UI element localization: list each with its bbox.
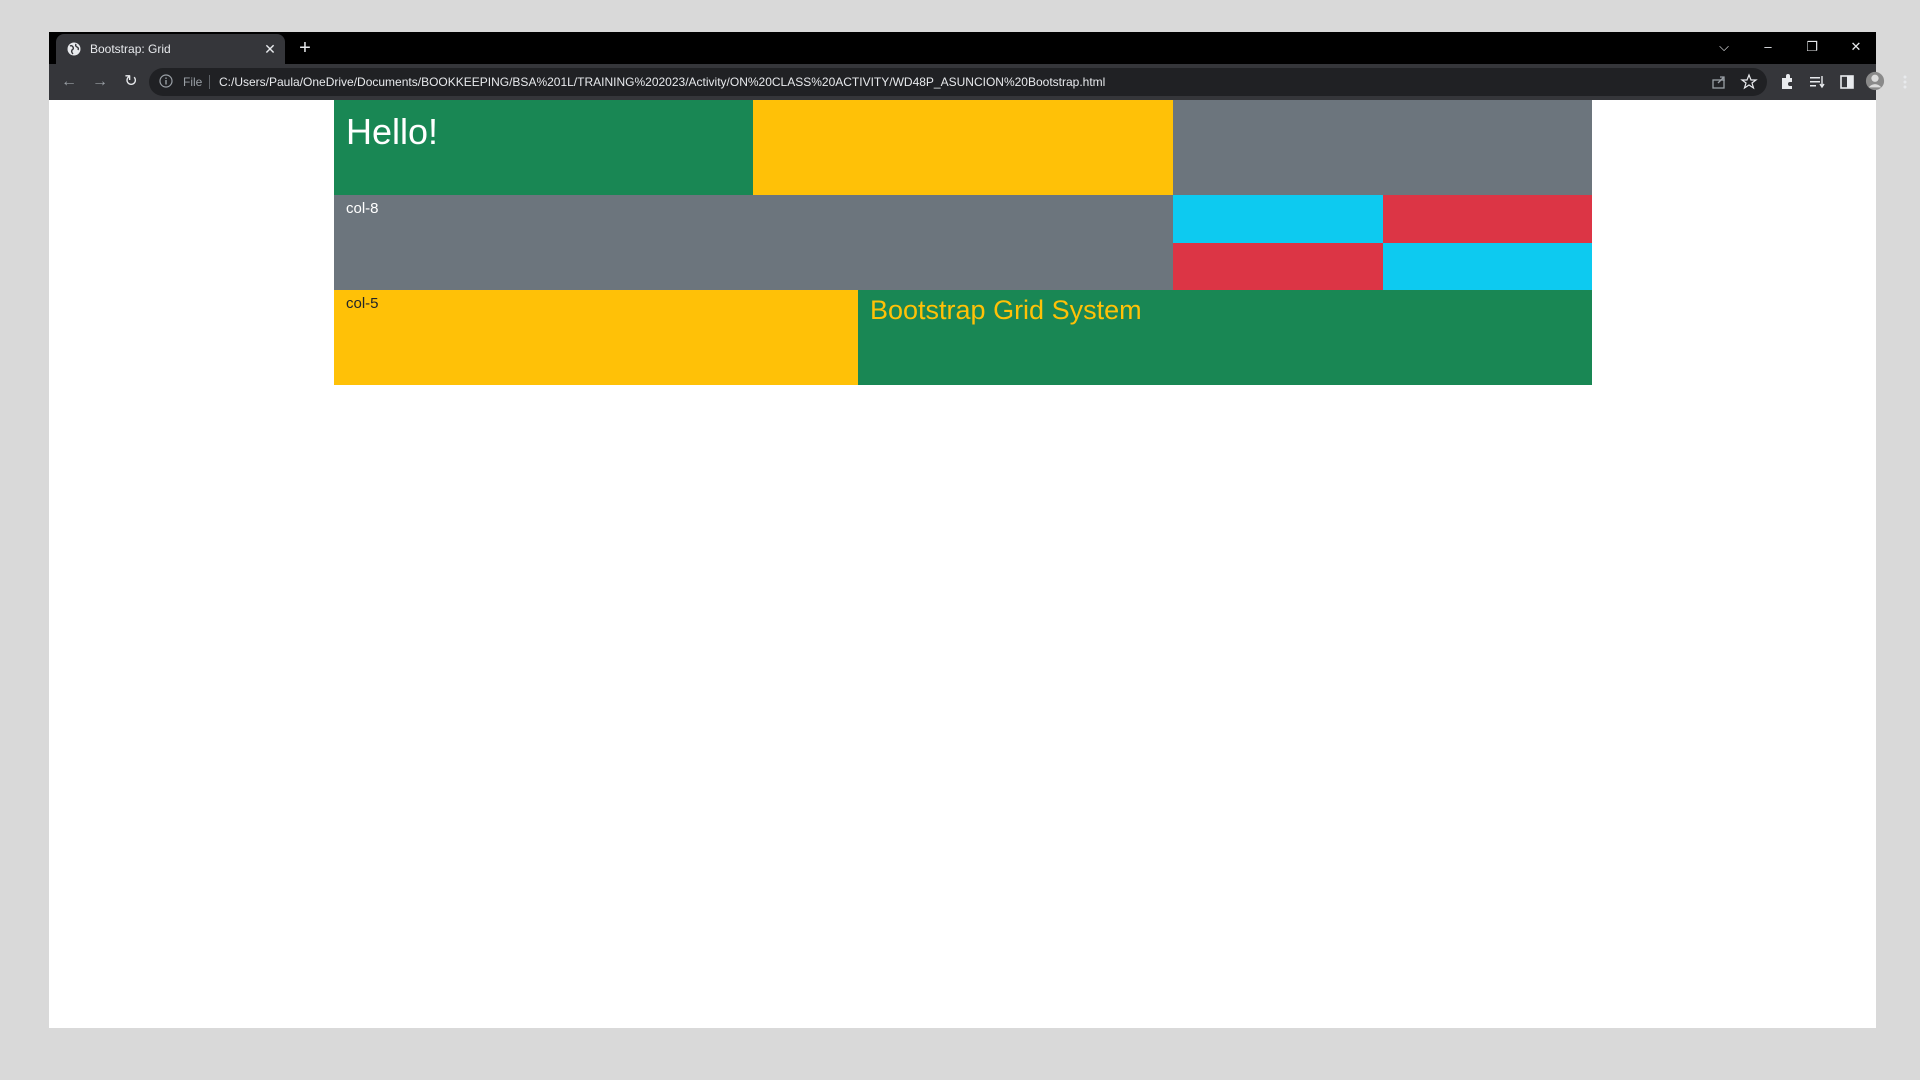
browser-tab[interactable]: Bootstrap: Grid ✕ [56, 34, 285, 64]
nested-cell-cyan-bottom [1382, 242, 1592, 290]
nested-cell-red-bottom [1173, 242, 1383, 290]
url-text[interactable]: C:/Users/Paula/OneDrive/Documents/BOOKKE… [219, 75, 1105, 89]
info-icon[interactable] [159, 74, 173, 88]
profile-avatar[interactable] [1865, 71, 1885, 91]
tab-close-icon[interactable]: ✕ [262, 41, 278, 57]
grid-row-2: col-8 [334, 195, 1592, 290]
nested-cell-cyan-top [1173, 195, 1383, 243]
close-window-button[interactable]: ✕ [1844, 36, 1868, 58]
new-tab-button[interactable]: + [295, 38, 315, 58]
back-button[interactable]: ← [58, 71, 80, 93]
restore-button[interactable]: ❐ [1800, 36, 1824, 58]
tab-strip: Bootstrap: Grid ✕ + ⌵ – ❐ ✕ [49, 32, 1876, 64]
share-icon[interactable] [1709, 72, 1729, 92]
cell-green-hello: Hello! [334, 100, 753, 195]
col-8-label: col-8 [346, 200, 379, 217]
hello-heading: Hello! [346, 111, 439, 152]
reload-button[interactable]: ↻ [120, 71, 142, 93]
omnibox-divider [209, 75, 210, 89]
nested-cell-red-top [1382, 195, 1592, 243]
address-bar[interactable]: File C:/Users/Paula/OneDrive/Documents/B… [149, 68, 1767, 96]
star-icon[interactable] [1739, 72, 1759, 92]
grid-container: Hello! col-8 col-5 Bootstrap Grid System [334, 100, 1592, 385]
cell-yellow [753, 100, 1173, 195]
cell-col-8: col-8 [334, 195, 1173, 290]
browser-toolbar: ← → ↻ File C:/Users/Paula/OneDrive/Docum… [49, 64, 1907, 100]
tab-search-icon[interactable]: ⌵ [1712, 36, 1736, 58]
browser-window: Bootstrap: Grid ✕ + ⌵ – ❐ ✕ ← → ↻ File C… [49, 32, 1907, 1028]
forward-button[interactable]: → [89, 71, 111, 93]
side-panel-icon[interactable] [1837, 72, 1857, 92]
tab-title: Bootstrap: Grid [90, 42, 171, 56]
bootstrap-grid-heading: Bootstrap Grid System [870, 295, 1142, 325]
page-viewport: Hello! col-8 col-5 Bootstrap Grid System [49, 100, 1876, 1028]
extensions-icon[interactable] [1777, 72, 1797, 92]
reading-list-icon[interactable] [1807, 72, 1827, 92]
col-5-label: col-5 [346, 295, 379, 312]
nested-grid [1173, 195, 1592, 290]
minimize-button[interactable]: – [1756, 36, 1780, 58]
globe-icon [67, 42, 81, 56]
grid-row-3: col-5 Bootstrap Grid System [334, 290, 1592, 385]
cell-col-5: col-5 [334, 290, 858, 385]
grid-row-1: Hello! [334, 100, 1592, 195]
cell-green-bootstrap: Bootstrap Grid System [858, 290, 1592, 385]
url-scheme-label: File [183, 75, 203, 89]
cell-gray [1173, 100, 1592, 195]
menu-icon[interactable] [1895, 72, 1915, 92]
